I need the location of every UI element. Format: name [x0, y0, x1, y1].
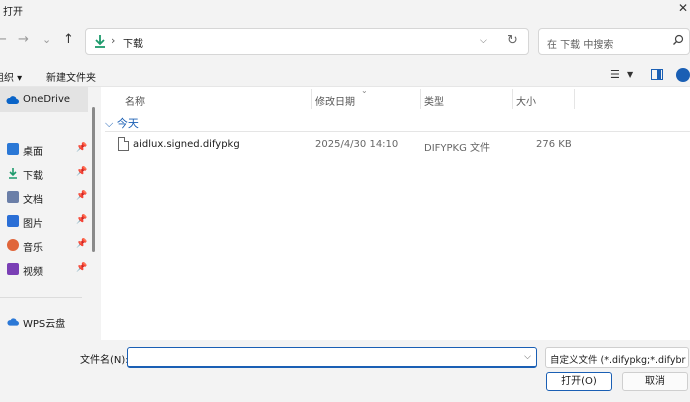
sidebar-item-downloads[interactable]: 下载 📌: [0, 162, 88, 184]
address-dropdown-icon[interactable]: ⌵: [480, 36, 487, 46]
sidebar-item-documents[interactable]: 文档 📌: [0, 186, 88, 208]
pin-icon[interactable]: 📌: [76, 143, 87, 153]
file-type-filter[interactable]: 自定义文件 (*.difypkg;*.difybr: [545, 347, 689, 368]
videos-icon: [7, 263, 19, 275]
search-icon[interactable]: [672, 34, 684, 46]
sidebar-item-pictures[interactable]: 图片 📌: [0, 210, 88, 232]
search-placeholder: 在 下载 中搜索: [547, 40, 614, 51]
group-header-today[interactable]: ⌵ 今天: [105, 115, 139, 131]
chevron-down-icon: ⌵: [105, 117, 114, 130]
file-size: 276 KB: [536, 139, 572, 150]
dialog-footer: 文件名(N): ⌵ 自定义文件 (*.difypkg;*.difybr 打开(O…: [0, 340, 690, 402]
forward-button[interactable]: →: [18, 32, 29, 48]
sidebar-item-onedrive[interactable]: OneDrive: [0, 87, 88, 112]
close-icon[interactable]: ✕: [678, 1, 688, 15]
file-name: aidlux.signed.difypkg: [133, 139, 240, 150]
column-header-name[interactable]: 名称: [101, 87, 311, 110]
sidebar-divider: [0, 297, 82, 298]
cloud-icon: [7, 318, 19, 326]
column-header-label: 类型: [424, 97, 444, 108]
group-divider: [105, 131, 690, 132]
download-icon: [95, 35, 105, 48]
sidebar-item-desktop[interactable]: 桌面 📌: [0, 138, 88, 160]
title-bar: 打开 ✕: [0, 0, 690, 20]
music-icon: [7, 239, 19, 251]
pictures-icon: [7, 215, 19, 227]
pin-icon[interactable]: 📌: [76, 167, 87, 177]
group-label: 今天: [116, 117, 139, 130]
sort-indicator-icon: ⌄: [361, 86, 368, 95]
navigation-bar: ← → ⌄ ↑ › 下载 ⌵ ↻ 在 下载 中搜索: [0, 20, 690, 64]
file-icon: [118, 137, 129, 151]
column-header-type[interactable]: 类型: [420, 87, 512, 110]
file-modified: 2025/4/30 14:10: [315, 139, 399, 150]
sidebar-item-label: 视频: [23, 267, 43, 278]
filename-input[interactable]: ⌵: [127, 347, 537, 368]
download-icon: [9, 168, 17, 179]
search-box[interactable]: 在 下载 中搜索: [538, 28, 690, 55]
table-row[interactable]: aidlux.signed.difypkg 2025/4/30 14:10 DI…: [101, 135, 690, 155]
new-folder-button[interactable]: 新建文件夹: [46, 69, 96, 84]
chevron-down-icon[interactable]: ⌵: [524, 352, 531, 362]
preview-pane-icon[interactable]: [651, 69, 663, 80]
sidebar-scrollbar[interactable]: [92, 107, 95, 252]
file-list: 名称 修改日期 ⌄ 类型 大小 ⌵ 今天 aidlux.signed.difyp…: [101, 86, 690, 340]
pin-icon[interactable]: 📌: [76, 239, 87, 249]
column-header-label: 名称: [125, 97, 145, 108]
column-header-size[interactable]: 大小: [512, 87, 574, 110]
sidebar-item-label: 文档: [23, 195, 43, 206]
documents-icon: [7, 191, 19, 203]
open-button[interactable]: 打开(O): [546, 372, 612, 391]
sidebar-item-label: WPS云盘: [23, 319, 66, 330]
cancel-button[interactable]: 取消: [622, 372, 688, 391]
file-type: DIFYPKG 文件: [424, 143, 491, 154]
view-dropdown-icon[interactable]: ▼: [627, 70, 633, 79]
column-divider[interactable]: [574, 89, 575, 109]
sidebar-item-label: 图片: [23, 219, 43, 230]
filter-value: 自定义文件 (*.difypkg;*.difybr: [550, 355, 686, 366]
refresh-icon[interactable]: ↻: [507, 33, 518, 48]
sidebar-item-music[interactable]: 音乐 📌: [0, 234, 88, 256]
sidebar-item-wps-cloud[interactable]: WPS云盘: [0, 310, 88, 332]
organize-button[interactable]: 组织 ▾: [0, 69, 22, 84]
sidebar-item-label: 下载: [23, 171, 43, 182]
recent-locations-icon[interactable]: ⌄: [42, 32, 51, 48]
column-header-label: 大小: [516, 97, 536, 108]
view-options-icon[interactable]: ☰: [610, 68, 620, 81]
breadcrumb-separator-icon: ›: [111, 34, 116, 47]
sidebar-item-label: 音乐: [23, 243, 43, 254]
pin-icon[interactable]: 📌: [76, 191, 87, 201]
desktop-icon: [7, 143, 19, 155]
sidebar-item-label: 桌面: [23, 147, 43, 158]
filename-label: 文件名(N):: [80, 355, 129, 366]
pin-icon[interactable]: 📌: [76, 263, 87, 273]
back-button[interactable]: ←: [0, 32, 7, 48]
help-icon[interactable]: [676, 68, 690, 82]
breadcrumb-downloads[interactable]: 下载: [123, 35, 143, 50]
sidebar-item-videos[interactable]: 视频 📌: [0, 258, 88, 280]
up-button[interactable]: ↑: [63, 32, 74, 48]
cloud-icon: [6, 96, 19, 104]
column-header-label: 修改日期: [315, 97, 355, 108]
command-bar: 组织 ▾ 新建文件夹 ☰ ▼: [0, 64, 690, 87]
column-header-modified[interactable]: 修改日期 ⌄: [311, 86, 420, 110]
address-bar[interactable]: › 下载 ⌵ ↻: [85, 28, 529, 55]
window-title: 打开: [3, 7, 23, 18]
pin-icon[interactable]: 📌: [76, 215, 87, 225]
sidebar-item-label: OneDrive: [23, 94, 71, 105]
navigation-pane: OneDrive 桌面 📌 下载 📌 文档 📌 图片 📌 音乐 📌 视频 📌 W…: [0, 87, 96, 340]
